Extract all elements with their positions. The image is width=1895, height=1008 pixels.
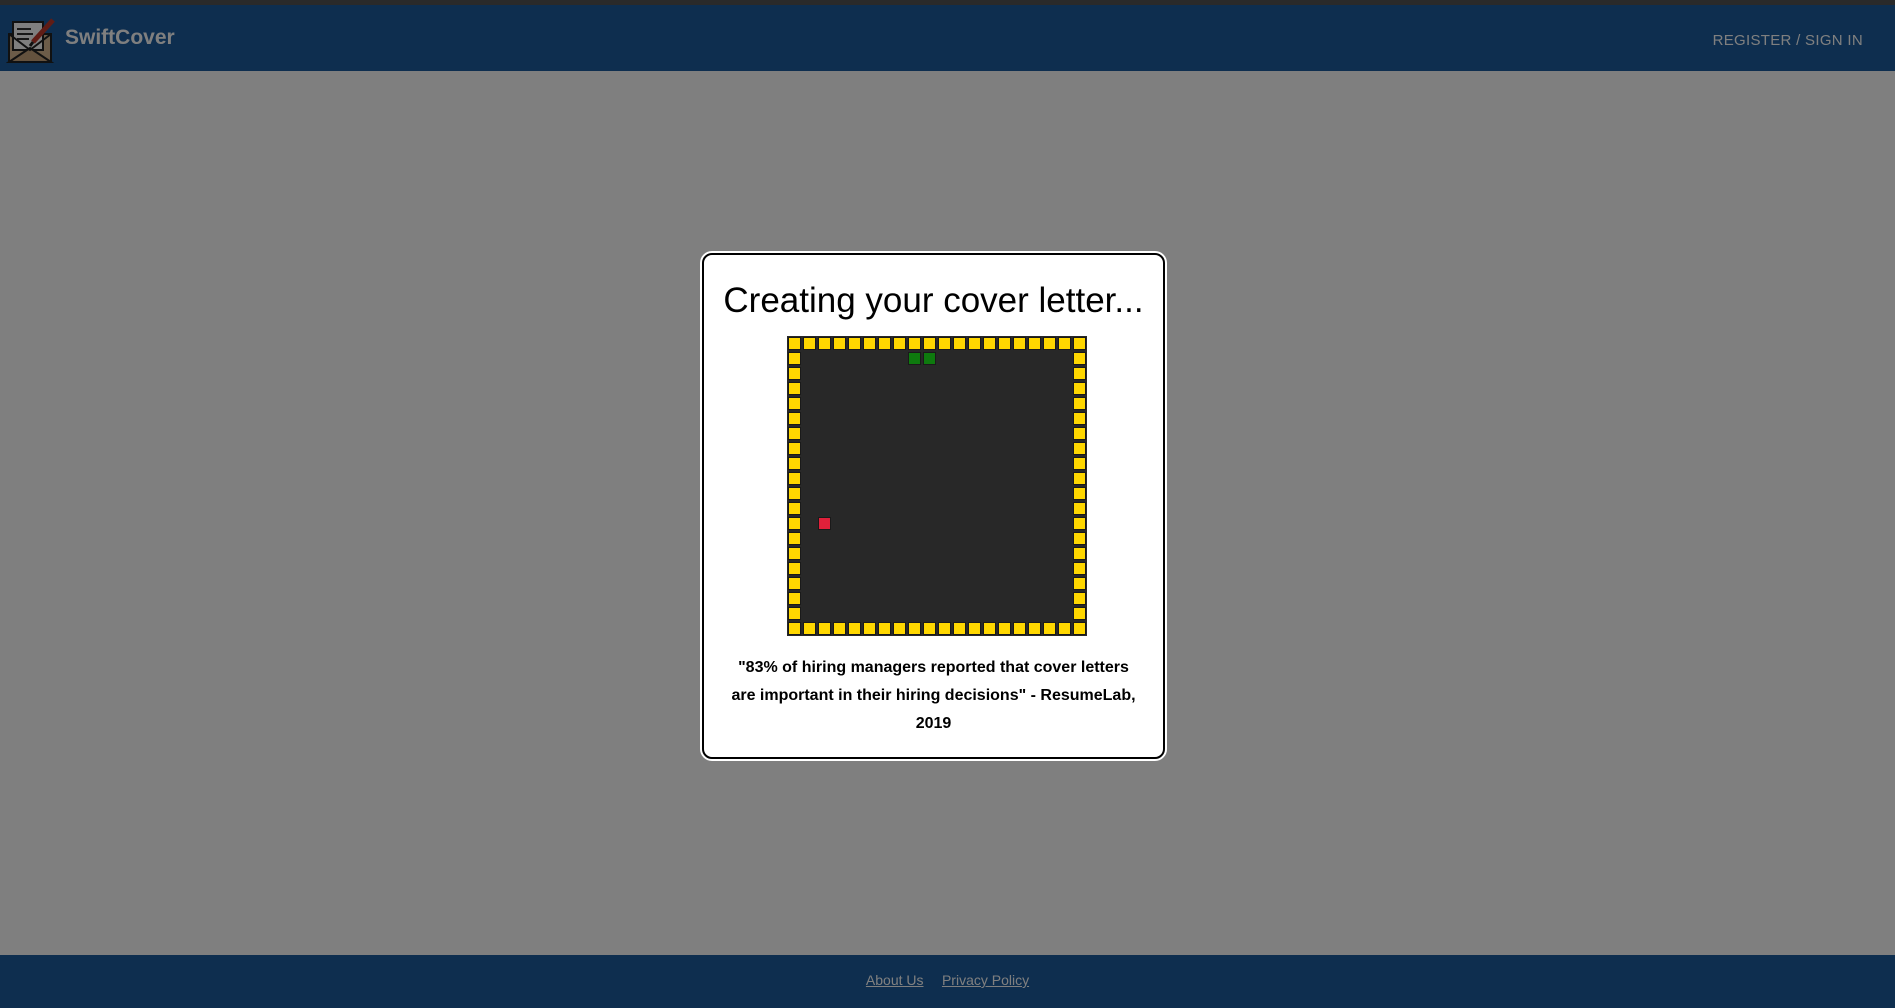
wall-cell [788,562,801,575]
wall-cell [833,337,846,350]
wall-cell [1073,427,1086,440]
wall-cell [848,622,861,635]
snake-segment [923,352,936,365]
wall-cell [1028,337,1041,350]
wall-cell [788,367,801,380]
wall-cell [1073,367,1086,380]
wall-cell [788,382,801,395]
wall-cell [818,622,831,635]
wall-cell [878,337,891,350]
wall-cell [788,517,801,530]
snake-segment [908,352,921,365]
wall-cell [1073,592,1086,605]
wall-cell [1073,622,1086,635]
snake-game-board[interactable] [787,336,1087,636]
wall-cell [908,337,921,350]
wall-cell [938,622,951,635]
wall-cell [968,622,981,635]
wall-cell [788,577,801,590]
modal-title: Creating your cover letter... [723,281,1144,320]
wall-cell [953,622,966,635]
wall-cell [1058,337,1071,350]
wall-cell [893,337,906,350]
wall-cell [1073,412,1086,425]
wall-cell [983,622,996,635]
wall-cell [1028,622,1041,635]
loading-modal: Creating your cover letter... "83% of hi… [702,253,1165,759]
wall-cell [1043,622,1056,635]
wall-cell [938,337,951,350]
wall-cell [833,622,846,635]
wall-cell [1073,607,1086,620]
wall-cell [803,337,816,350]
wall-cell [863,337,876,350]
wall-cell [803,622,816,635]
wall-cell [788,502,801,515]
wall-cell [818,337,831,350]
wall-cell [788,607,801,620]
wall-cell [968,337,981,350]
wall-cell [788,442,801,455]
wall-cell [1073,457,1086,470]
wall-cell [848,337,861,350]
wall-cell [788,337,801,350]
wall-cell [788,592,801,605]
wall-cell [788,427,801,440]
wall-cell [1073,352,1086,365]
wall-cell [1043,337,1056,350]
wall-cell [788,622,801,635]
wall-cell [863,622,876,635]
wall-cell [878,622,891,635]
wall-cell [1073,562,1086,575]
food-cell [818,517,831,530]
wall-cell [1073,382,1086,395]
wall-cell [983,337,996,350]
wall-cell [953,337,966,350]
wall-cell [1073,517,1086,530]
wall-cell [788,547,801,560]
wall-cell [788,352,801,365]
wall-cell [923,622,936,635]
wall-cell [788,412,801,425]
modal-quote: "83% of hiring managers reported that co… [731,659,1136,732]
wall-cell [908,622,921,635]
wall-cell [788,472,801,485]
wall-cell [923,337,936,350]
wall-cell [1073,547,1086,560]
wall-cell [788,487,801,500]
wall-cell [1058,622,1071,635]
wall-cell [788,397,801,410]
wall-cell [998,337,1011,350]
wall-cell [1073,502,1086,515]
wall-cell [1013,622,1026,635]
wall-cell [1073,487,1086,500]
wall-cell [788,532,801,545]
wall-cell [1073,577,1086,590]
wall-cell [893,622,906,635]
wall-cell [1073,397,1086,410]
wall-cell [1073,442,1086,455]
wall-cell [1013,337,1026,350]
wall-cell [998,622,1011,635]
wall-cell [1073,472,1086,485]
wall-cell [1073,337,1086,350]
wall-cell [1073,532,1086,545]
wall-cell [788,457,801,470]
